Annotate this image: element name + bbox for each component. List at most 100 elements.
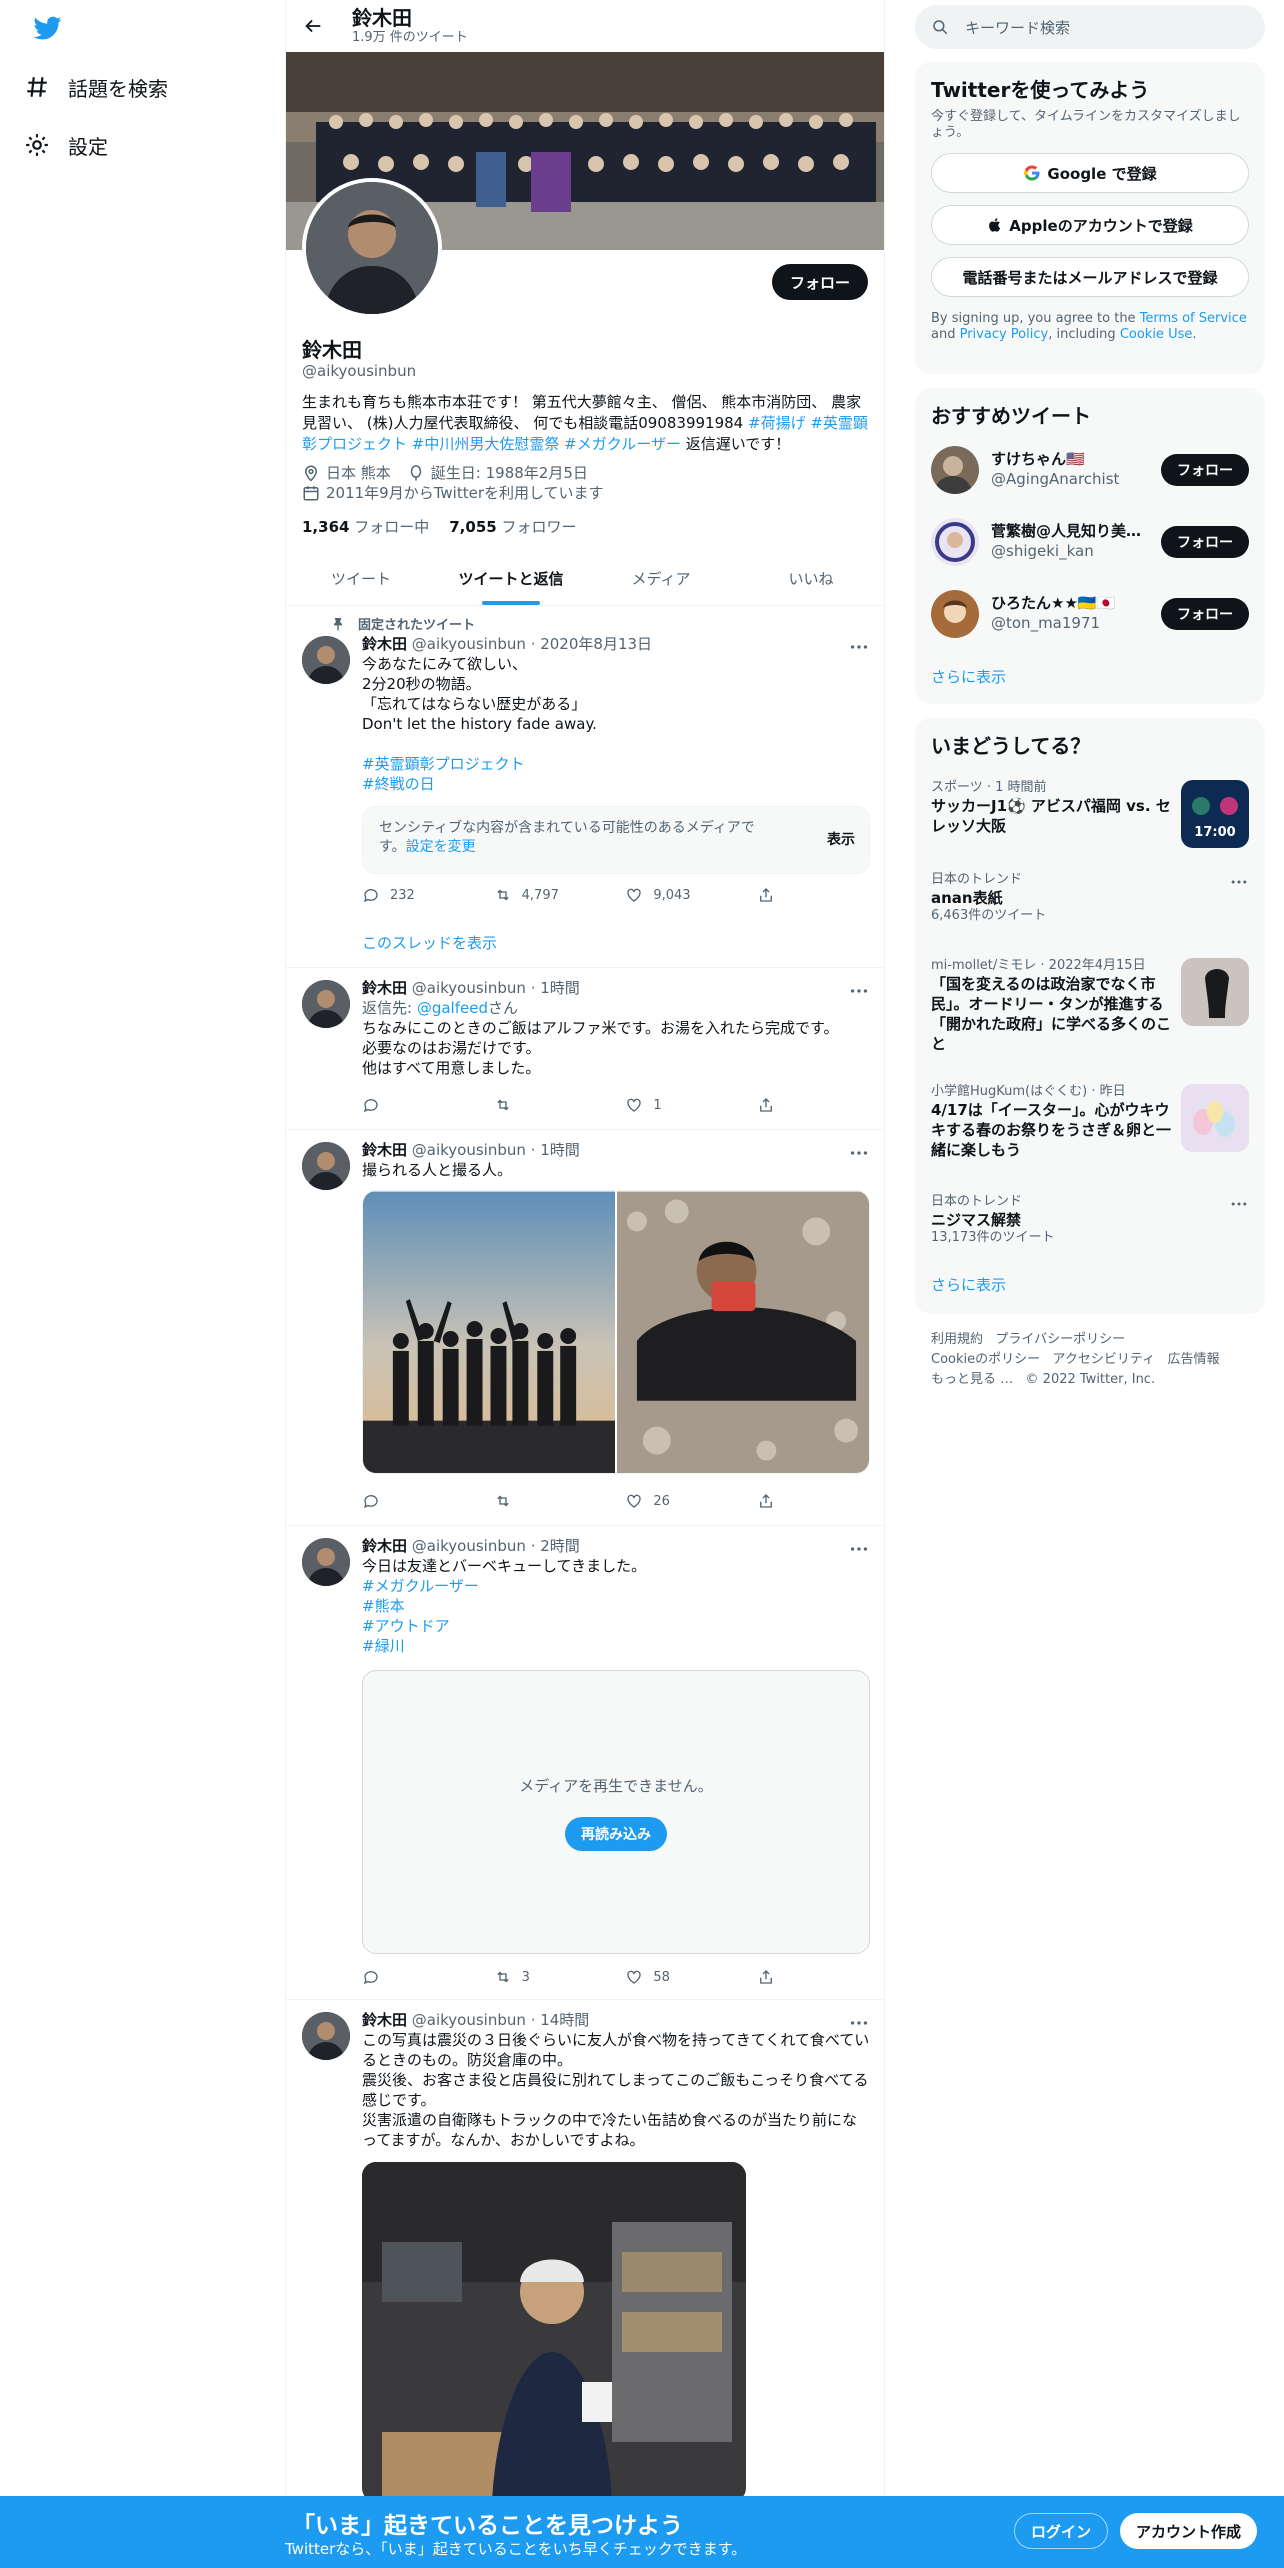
change-settings-link[interactable]: 設定を変更 <box>406 839 476 855</box>
tweet-author-name[interactable]: 鈴木田 <box>362 979 407 997</box>
like-button[interactable]: 58 <box>625 1968 725 1986</box>
reply-to-handle[interactable]: @galfeed <box>417 999 488 1017</box>
create-account-button[interactable]: アカウント作成 <box>1120 2513 1258 2549</box>
followers-link[interactable]: 7,055 フォロワー <box>449 516 576 537</box>
following-link[interactable]: 1,364 フォロー中 <box>302 516 429 537</box>
recommended-show-more[interactable]: さらに表示 <box>931 666 1006 687</box>
reply-button[interactable]: 232 <box>362 886 462 904</box>
recommended-avatar[interactable] <box>931 518 979 566</box>
recommended-user[interactable]: ひろたん★★🇺🇦🇯🇵 @ton_ma1971 フォロー <box>931 586 1249 642</box>
bio-hashtag[interactable]: #中川州男大佐慰霊祭 <box>412 435 560 453</box>
tweet-author-handle[interactable]: @aikyousinbun <box>412 635 526 653</box>
apple-signup-button[interactable]: Appleのアカウントで登録 <box>931 205 1249 245</box>
profile-avatar[interactable] <box>302 178 442 318</box>
tweet-item[interactable]: 鈴木田 @aikyousinbun · 14時間 この写真は震災の３日後ぐらいに… <box>286 2000 884 2568</box>
footer-terms[interactable]: 利用規約 <box>931 1332 983 1347</box>
share-button[interactable] <box>757 1968 787 1986</box>
footer-ads[interactable]: 広告情報 <box>1168 1352 1220 1367</box>
share-button[interactable] <box>757 1096 787 1114</box>
trend-item[interactable]: 日本のトレンド ニジマス解禁 13,173件のツイート <box>931 1194 1249 1250</box>
retweet-button[interactable] <box>494 1096 594 1114</box>
tweet-author-name[interactable]: 鈴木田 <box>362 1537 407 1555</box>
reload-button[interactable]: 再読み込み <box>565 1817 667 1851</box>
privacy-link[interactable]: Privacy Policy <box>960 327 1049 342</box>
tab-tweets[interactable]: ツイート <box>286 552 436 605</box>
trend-item[interactable]: mi-mollet/ミモレ · 2022年4月15日 「国を変えるのは政治家でな… <box>931 958 1249 1058</box>
share-button[interactable] <box>757 1492 787 1510</box>
retweet-button[interactable] <box>494 1492 594 1510</box>
bio-hashtag[interactable]: #荷揚げ <box>748 414 806 432</box>
footer-more[interactable]: もっと見る … <box>931 1372 1013 1387</box>
like-button[interactable]: 1 <box>625 1096 725 1114</box>
nav-settings[interactable]: 設定 <box>24 117 108 173</box>
tweet-photo-silhouettes[interactable] <box>363 1191 615 1474</box>
phone-email-signup-button[interactable]: 電話番号またはメールアドレスで登録 <box>931 257 1249 297</box>
terms-link[interactable]: Terms of Service <box>1140 311 1247 326</box>
show-thread-link[interactable]: このスレッドを表示 <box>362 932 497 953</box>
recommended-follow-button[interactable]: フォロー <box>1161 454 1249 486</box>
trend-item[interactable]: 小学館HugKum(はぐくむ) · 昨日 4/17は「イースター」。心がウキウキ… <box>931 1084 1249 1174</box>
more-options-icon[interactable] <box>1229 1194 1249 1214</box>
tweet-author-handle[interactable]: @aikyousinbun <box>412 1537 526 1555</box>
trends-show-more[interactable]: さらに表示 <box>931 1274 1006 1295</box>
reply-button[interactable] <box>362 1096 462 1114</box>
nav-explore[interactable]: 話題を検索 <box>24 59 168 115</box>
tweet-hashtag[interactable]: #熊本 <box>362 1596 870 1616</box>
twitter-logo-icon[interactable] <box>32 14 64 42</box>
tweet-item[interactable]: 鈴木田 @aikyousinbun · 2時間 今日は友達とバーベキューしてきま… <box>286 1526 884 2000</box>
tweet-hashtag[interactable]: #英霊顕彰プロジェクト <box>362 754 870 774</box>
follow-button[interactable]: フォロー <box>771 264 868 300</box>
tab-media[interactable]: メディア <box>586 552 736 605</box>
search-box[interactable]: キーワード検索 <box>915 5 1265 49</box>
tweet-time[interactable]: · 14時間 <box>531 2011 590 2029</box>
tab-likes[interactable]: いいね <box>736 552 884 605</box>
tweet-avatar[interactable] <box>302 1142 350 1190</box>
trend-item[interactable]: スポーツ · 1 時間前 サッカーJ1⚽ アビスパ福岡 vs. セレッソ大阪 1… <box>931 780 1249 852</box>
tweet-avatar[interactable] <box>302 2012 350 2060</box>
recommended-avatar[interactable] <box>931 446 979 494</box>
tweet-item[interactable]: 固定されたツイート 鈴木田 @aikyousinbun · 2020年8月13日… <box>286 606 884 968</box>
tweet-avatar[interactable] <box>302 980 350 1028</box>
tweet-hashtag[interactable]: #緑川 <box>362 1636 870 1656</box>
retweet-button[interactable]: 3 <box>494 1968 594 1986</box>
recommended-user[interactable]: 菅繁樹@人見知り美… @shigeki_kan フォロー <box>931 514 1249 570</box>
tab-tweets-and-replies[interactable]: ツイートと返信 <box>436 552 586 605</box>
recommended-follow-button[interactable]: フォロー <box>1161 526 1249 558</box>
tweet-author-handle[interactable]: @aikyousinbun <box>412 979 526 997</box>
tweet-hashtag[interactable]: #メガクルーザー <box>362 1576 870 1596</box>
footer-privacy[interactable]: プライバシーポリシー <box>995 1332 1125 1347</box>
tweet-author-name[interactable]: 鈴木田 <box>362 635 407 653</box>
back-arrow-icon[interactable] <box>302 15 324 37</box>
tweet-item[interactable]: 鈴木田 @aikyousinbun · 1時間 返信先: @galfeedさん … <box>286 968 884 1130</box>
tweet-time[interactable]: · 2時間 <box>531 1537 580 1555</box>
cookie-link[interactable]: Cookie Use <box>1120 327 1193 342</box>
tweet-item[interactable]: 鈴木田 @aikyousinbun · 1時間 撮られる人と撮る人。 26 <box>286 1130 884 1526</box>
recommended-follow-button[interactable]: フォロー <box>1161 598 1249 630</box>
tweet-hashtag[interactable]: #アウトドア <box>362 1616 870 1636</box>
recommended-avatar[interactable] <box>931 590 979 638</box>
share-button[interactable] <box>757 886 787 904</box>
tweet-hashtag[interactable]: #終戦の日 <box>362 774 870 794</box>
recommended-user[interactable]: すけちゃん🇺🇸 @AgingAnarchist フォロー <box>931 442 1249 498</box>
tweet-author-handle[interactable]: @aikyousinbun <box>412 1141 526 1159</box>
tweet-time[interactable]: · 1時間 <box>531 1141 580 1159</box>
tweet-avatar[interactable] <box>302 1538 350 1586</box>
reply-button[interactable] <box>362 1492 462 1510</box>
tweet-author-name[interactable]: 鈴木田 <box>362 1141 407 1159</box>
retweet-button[interactable]: 4,797 <box>494 886 594 904</box>
google-signup-button[interactable]: Google で登録 <box>931 153 1249 193</box>
tweet-avatar[interactable] <box>302 636 350 684</box>
trend-item[interactable]: 日本のトレンド anan表紙 6,463件のツイート <box>931 872 1249 928</box>
tweet-author-handle[interactable]: @aikyousinbun <box>412 2011 526 2029</box>
footer-cookie[interactable]: Cookieのポリシー <box>931 1352 1040 1367</box>
footer-accessibility[interactable]: アクセシビリティ <box>1053 1352 1156 1367</box>
tweet-photo-camera[interactable] <box>617 1191 869 1474</box>
tweet-photo-warehouse[interactable] <box>362 2162 746 2502</box>
tweet-time[interactable]: · 2020年8月13日 <box>531 635 652 653</box>
more-options-icon[interactable] <box>1229 872 1249 892</box>
login-button[interactable]: ログイン <box>1014 2513 1109 2549</box>
like-button[interactable]: 9,043 <box>625 886 725 904</box>
like-button[interactable]: 26 <box>625 1492 725 1510</box>
tweet-time[interactable]: · 1時間 <box>531 979 580 997</box>
reply-button[interactable] <box>362 1968 462 1986</box>
